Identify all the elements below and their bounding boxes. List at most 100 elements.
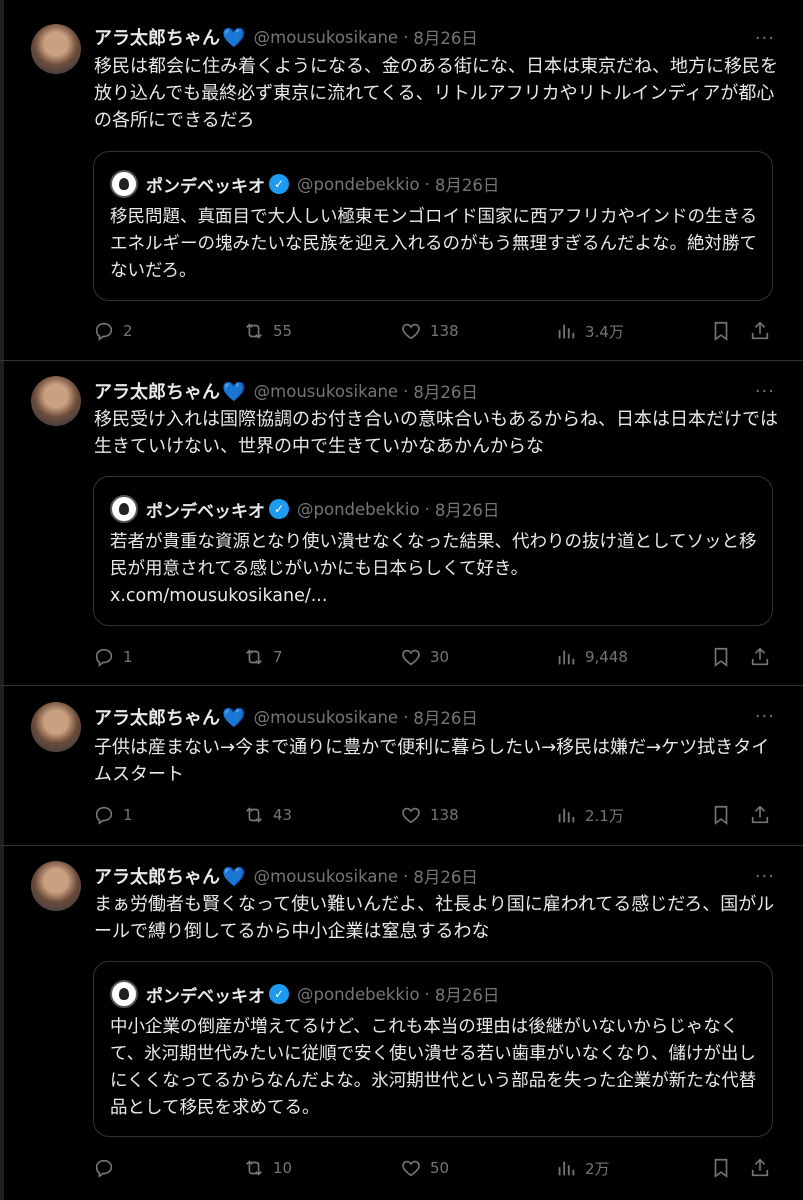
like-button[interactable]: 138 [400,804,459,826]
quote-tweet[interactable]: ポンデベッキオ ✓ @pondebekkio · 8月26日 移民問題、真面目で… [93,151,773,301]
repost-button[interactable]: 43 [243,804,292,826]
bookmark-button[interactable] [710,646,732,668]
action-bar: 1 43 138 2.1万 [93,804,773,826]
repost-count: 7 [273,648,283,666]
views-button[interactable]: 3.4万 [555,320,624,342]
repost-count: 43 [273,806,293,824]
reply-button[interactable] [93,1157,123,1179]
share-button[interactable] [749,320,771,342]
tweet-text: 子供は産まない→今まで通りに豊かで便利に暮らしたい→移民は嫌だ→ケツ拭きタイムス… [94,737,770,785]
action-bar: 1 7 30 9,448 [93,646,773,668]
tweet-date[interactable]: 8月26日 [413,379,478,403]
separator-dot: · [424,984,430,1004]
blue-heart-icon: 💙 [222,865,246,888]
thread-line [0,0,4,360]
tweet-header: アラ太郎ちゃん 💙 @mousukosikane · 8月26日 [94,863,478,889]
view-count: 9,448 [585,648,628,666]
bookmark-button[interactable] [710,1157,732,1179]
quote-tweet[interactable]: ポンデベッキオ ✓ @pondebekkio · 8月26日 中小企業の倒産が増… [93,961,773,1137]
blue-heart-icon: 💙 [222,706,246,729]
display-name[interactable]: アラ太郎ちゃん [94,24,220,50]
repost-count: 55 [273,322,293,340]
tweet-text: まぁ労働者も賢くなって使い難いんだよ、社長より国に雇われてる感じだろ、国がルール… [94,894,775,942]
avatar[interactable] [31,24,81,74]
display-name[interactable]: アラ太郎ちゃん [94,863,220,889]
repost-button[interactable]: 7 [243,646,283,668]
share-button[interactable] [749,646,771,668]
avatar[interactable] [31,702,81,752]
views-button[interactable]: 9,448 [555,646,628,668]
reply-icon [93,646,115,668]
repost-icon [243,804,265,826]
quote-date: 8月26日 [434,176,500,195]
repost-button[interactable]: 55 [243,320,292,342]
share-icon [749,1157,771,1179]
display-name[interactable]: アラ太郎ちゃん [94,704,220,730]
views-icon [555,646,577,668]
display-name[interactable]: アラ太郎ちゃん [94,378,220,404]
separator-dot: · [424,174,430,194]
separator-dot: · [403,381,409,401]
quote-avatar [110,980,138,1008]
share-icon [749,320,771,342]
tweet-header: アラ太郎ちゃん 💙 @mousukosikane · 8月26日 [94,704,478,730]
bookmark-button[interactable] [710,804,732,826]
quote-handle: @pondebekkio [297,174,420,194]
more-options-icon[interactable]: ··· [755,381,775,402]
tweet[interactable]: アラ太郎ちゃん 💙 @mousukosikane · 8月26日 ··· 移民は… [0,0,803,361]
bookmark-icon [710,646,732,668]
avatar[interactable] [31,376,81,426]
quote-link[interactable]: x.com/mousukosikane/... [110,586,327,606]
action-bar: 2 55 138 3.4万 [93,320,773,342]
quote-header: ポンデベッキオ ✓ @pondebekkio · 8月26日 [110,170,499,198]
quote-handle: @pondebekkio [297,499,420,519]
user-handle[interactable]: @mousukosikane [254,28,398,47]
tweet[interactable]: アラ太郎ちゃん 💙 @mousukosikane · 8月26日 ··· 移民受… [0,361,803,686]
bookmark-icon [710,320,732,342]
user-handle[interactable]: @mousukosikane [254,382,398,401]
reply-icon [93,1157,115,1179]
tweet[interactable]: アラ太郎ちゃん 💙 @mousukosikane · 8月26日 ··· 子供は… [0,686,803,846]
repost-button[interactable]: 10 [243,1157,292,1179]
tweet[interactable]: アラ太郎ちゃん 💙 @mousukosikane · 8月26日 ··· まぁ労… [0,846,803,1200]
like-button[interactable]: 138 [400,320,459,342]
like-button[interactable]: 50 [400,1157,449,1179]
user-handle[interactable]: @mousukosikane [254,708,398,727]
quote-avatar [110,495,138,523]
view-count: 2.1万 [585,806,624,825]
tweet-date[interactable]: 8月26日 [413,864,478,888]
share-button[interactable] [749,1157,771,1179]
user-handle[interactable]: @mousukosikane [254,867,398,886]
avatar[interactable] [31,861,81,911]
tweet-text: 移民受け入れは国際協調のお付き合いの意味合いもあるからね、日本は日本だけでは生き… [94,409,778,457]
tweet-date[interactable]: 8月26日 [413,25,478,49]
more-options-icon[interactable]: ··· [755,866,775,887]
tweet-header: アラ太郎ちゃん 💙 @mousukosikane · 8月26日 [94,378,478,404]
bookmark-icon [710,1157,732,1179]
separator-dot: · [424,499,430,519]
blue-heart-icon: 💙 [222,380,246,403]
tweet-text: 移民は都会に住み着くようになる、金のある街にな、日本は東京だね、地方に移民を放り… [94,56,778,131]
tweet-date[interactable]: 8月26日 [413,705,478,729]
quote-tweet[interactable]: ポンデベッキオ ✓ @pondebekkio · 8月26日 若者が貴重な資源と… [93,476,773,626]
quote-header: ポンデベッキオ ✓ @pondebekkio · 8月26日 [110,495,499,523]
repost-icon [243,320,265,342]
like-button[interactable]: 30 [400,646,449,668]
reply-button[interactable]: 2 [93,320,133,342]
bookmark-icon [710,804,732,826]
quote-text: 中小企業の倒産が増えてるけど、これも本当の理由は後継がいないからじゃなくて、氷河… [110,1017,757,1118]
more-options-icon[interactable]: ··· [755,706,775,727]
like-count: 30 [430,648,450,666]
views-button[interactable]: 2万 [555,1157,610,1179]
more-options-icon[interactable]: ··· [755,28,775,49]
quote-body: 若者が貴重な資源となり使い潰せなくなった結果、代わりの抜け道としてソッと移民が用… [110,532,757,579]
quote-header: ポンデベッキオ ✓ @pondebekkio · 8月26日 [110,980,499,1008]
reply-icon [93,320,115,342]
reply-button[interactable]: 1 [93,804,133,826]
views-button[interactable]: 2.1万 [555,804,624,826]
reply-button[interactable]: 1 [93,646,133,668]
bookmark-button[interactable] [710,320,732,342]
share-button[interactable] [749,804,771,826]
quote-display-name: ポンデベッキオ [146,176,265,197]
views-icon [555,804,577,826]
